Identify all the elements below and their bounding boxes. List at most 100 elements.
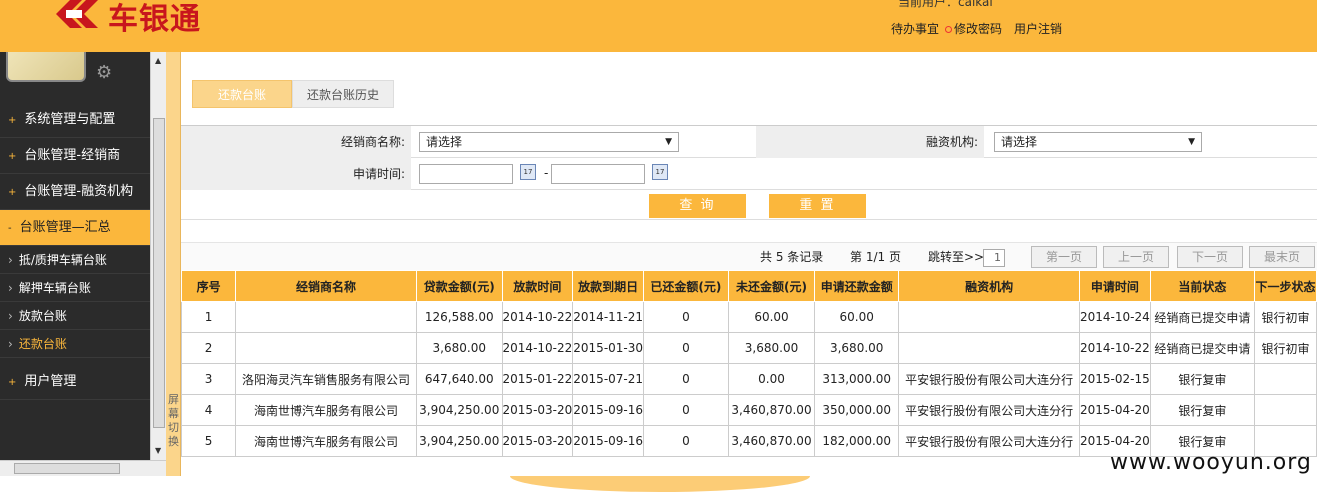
table-cell <box>235 301 417 333</box>
tick-icon: › <box>8 337 13 351</box>
table-cell: 经销商已提交申请 <box>1149 301 1256 333</box>
table-row[interactable]: 1 126,588.00 2014-10-22 2014-11-21 0 60.00 60.… <box>180 301 1317 333</box>
column-header: 序号 <box>180 270 237 302</box>
calendar-icon[interactable]: 17 <box>520 164 536 180</box>
sidebar-vertical-scrollbar[interactable]: ▲ ▼ <box>150 52 166 460</box>
table-cell: 0 <box>643 301 729 333</box>
table-cell: 5 <box>180 425 237 457</box>
tick-icon: › <box>8 281 13 295</box>
table-cell <box>235 332 417 364</box>
column-header: 未还金额(元) <box>727 270 816 302</box>
reset-button[interactable]: 重 置 <box>769 194 866 218</box>
scroll-up-icon[interactable]: ▲ <box>155 56 161 65</box>
tick-icon: › <box>8 253 13 267</box>
logo: 车银通 <box>52 0 201 40</box>
table-cell: 3,680.00 <box>415 332 503 364</box>
avatar <box>6 52 86 82</box>
table-cell: 2015-01-22 <box>501 363 574 395</box>
table-cell: 3,904,250.00 <box>415 425 503 457</box>
jump-page-input[interactable]: 1 <box>983 249 1005 267</box>
table-cell: 平安银行股份有限公司大连分行 <box>898 425 1080 457</box>
dot-icon <box>945 26 953 33</box>
filter-panel: 经销商名称: 请选择 ▼ 融资机构: 请选择 ▼ 申请时间: 17 - 17 查 询… <box>181 125 1317 220</box>
table-cell: 3,460,870.00 <box>727 425 816 457</box>
table-cell <box>898 301 1080 333</box>
table-cell: 2014-11-21 <box>572 301 645 333</box>
tick-icon: › <box>8 309 13 323</box>
last-page-button[interactable]: 最末页 <box>1249 246 1315 268</box>
table-cell: 银行复审 <box>1149 363 1256 395</box>
table-row[interactable]: 3 洛阳海灵汽车销售服务有限公司 647,640.00 2015-01-22 2015-… <box>180 363 1317 395</box>
table-cell: 3,460,870.00 <box>727 394 816 426</box>
sidebar-item-users[interactable]: + 用户管理 <box>0 364 150 400</box>
org-select[interactable]: 请选择 ▼ <box>994 132 1202 152</box>
table-header-row: 序号 经销商名称 贷款金额(元) 放款时间 放款到期日 已还金额(元) 未还金额(元) 申请还… <box>180 270 1317 302</box>
tab-repayment-history[interactable]: 还款台账历史 <box>292 80 395 108</box>
sidebar-item-system[interactable]: + 系统管理与配置 <box>0 102 150 138</box>
logout-link[interactable]: 用户注销 <box>1014 20 1062 37</box>
filter-row-buttons: 查 询 重 置 <box>181 190 1317 220</box>
query-button[interactable]: 查 询 <box>649 194 746 218</box>
sidebar-item-dealer-ledger[interactable]: + 台账管理-经销商 <box>0 138 150 174</box>
sidebar-subitem-repayment[interactable]: › 还款台账 <box>0 330 150 358</box>
tab-bar: 还款台账 还款台账历史 <box>192 80 395 108</box>
table-cell: 2014-10-22 <box>501 332 574 364</box>
column-header: 申请还款金额 <box>814 270 900 302</box>
minus-icon: - <box>8 223 12 234</box>
scroll-down-icon[interactable]: ▼ <box>155 446 161 455</box>
start-date-input[interactable] <box>419 164 513 184</box>
next-page-button[interactable]: 下一页 <box>1177 246 1243 268</box>
todo-link[interactable]: 待办事宜 <box>891 20 939 37</box>
table-cell: 313,000.00 <box>814 363 900 395</box>
table-cell: 银行初审 <box>1254 332 1317 364</box>
sidebar-subitem-release[interactable]: › 解押车辆台账 <box>0 274 150 302</box>
change-password-link[interactable]: 修改密码 <box>945 20 1008 37</box>
table-cell: 2014-10-22 <box>1078 332 1151 364</box>
column-header: 融资机构 <box>898 270 1080 302</box>
table-cell: 647,640.00 <box>415 363 503 395</box>
table-cell: 350,000.00 <box>814 394 900 426</box>
column-header: 放款时间 <box>501 270 574 302</box>
table-cell: 0 <box>643 332 729 364</box>
column-header: 当前状态 <box>1149 270 1256 302</box>
column-header: 下一步状态 <box>1254 270 1317 302</box>
dealer-select[interactable]: 请选择 ▼ <box>419 132 679 152</box>
table-cell: 0 <box>643 394 729 426</box>
top-header: 车银通 当前用户：caikai 待办事宜 修改密码 用户注销 <box>0 0 1317 52</box>
sidebar-item-summary-ledger[interactable]: - 台账管理—汇总 <box>0 210 150 246</box>
first-page-button[interactable]: 第一页 <box>1031 246 1097 268</box>
table-cell: 0 <box>643 425 729 457</box>
table-cell: 3,680.00 <box>727 332 816 364</box>
calendar-icon[interactable]: 17 <box>652 164 668 180</box>
table-cell: 2015-03-20 <box>501 394 574 426</box>
sidebar-item-org-ledger[interactable]: + 台账管理-融资机构 <box>0 174 150 210</box>
table-row[interactable]: 2 3,680.00 2014-10-22 2015-01-30 0 3,680.00 3,… <box>180 332 1317 364</box>
table-cell: 2015-09-16 <box>572 394 645 426</box>
table-body: 1 126,588.00 2014-10-22 2014-11-21 0 60.00 60.… <box>180 301 1317 457</box>
table-cell: 0.00 <box>727 363 816 395</box>
plus-icon: + <box>8 377 17 388</box>
pager: 共 5 条记录 第 1/1 页 跳转至>> 1 第一页 上一页 下一页 最末页 <box>181 242 1317 270</box>
table-cell: 60.00 <box>727 301 816 333</box>
table-cell: 经销商已提交申请 <box>1149 332 1256 364</box>
column-header: 已还金额(元) <box>643 270 729 302</box>
tab-repayment-ledger[interactable]: 还款台账 <box>192 80 292 108</box>
sidebar-subitem-loan[interactable]: › 放款台账 <box>0 302 150 330</box>
table-cell: 银行复审 <box>1149 394 1256 426</box>
screen-switch-label[interactable]: 屏幕切换 <box>166 393 181 449</box>
sidebar-horizontal-scrollbar[interactable] <box>0 460 166 476</box>
prev-page-button[interactable]: 上一页 <box>1103 246 1169 268</box>
table-cell: 2015-01-30 <box>572 332 645 364</box>
table-cell: 2015-04-20 <box>1078 394 1151 426</box>
scrollbar-thumb[interactable] <box>14 463 120 474</box>
record-count: 共 5 条记录 <box>760 250 824 264</box>
table-row[interactable]: 4 海南世博汽车服务有限公司 3,904,250.00 2015-03-20 2015-… <box>180 394 1317 426</box>
scrollbar-thumb[interactable] <box>153 118 165 428</box>
end-date-input[interactable] <box>551 164 645 184</box>
sidebar: ⚙ + 系统管理与配置 + 台账管理-经销商 + 台账管理-融资机构 - 台账管理—汇总… <box>0 52 150 460</box>
table-cell: 0 <box>643 363 729 395</box>
date-label: 申请时间: <box>181 158 411 190</box>
table-cell: 2015-07-21 <box>572 363 645 395</box>
sidebar-subitem-pledge[interactable]: › 抵/质押车辆台账 <box>0 246 150 274</box>
gear-icon[interactable]: ⚙ <box>96 62 112 83</box>
